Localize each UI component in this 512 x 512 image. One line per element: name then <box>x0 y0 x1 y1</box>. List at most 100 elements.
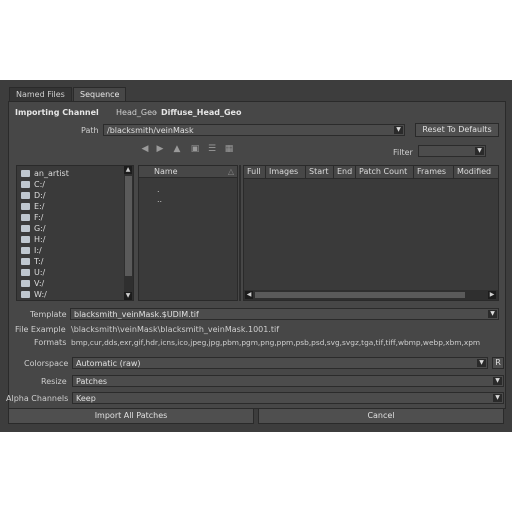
import-all-patches-button[interactable]: Import All Patches <box>8 408 254 424</box>
drive-label: T:/ <box>34 257 44 266</box>
network-drive-icon <box>21 258 30 265</box>
formats-value: bmp,cur,dds,exr,gif,hdr,icns,ico,jpeg,jp… <box>71 338 481 347</box>
reset-to-defaults-button[interactable]: Reset To Defaults <box>415 123 499 137</box>
back-arrow-icon[interactable]: ◀ <box>140 144 150 154</box>
column-header-images[interactable]: Images <box>266 166 306 178</box>
importing-separator: - <box>154 108 157 117</box>
list-item[interactable]: an_artist <box>21 168 69 179</box>
network-drive-icon <box>21 280 30 287</box>
list-item[interactable]: C:/ <box>21 179 45 190</box>
list-item[interactable]: G:/ <box>21 223 46 234</box>
list-item[interactable]: . <box>157 185 160 194</box>
cancel-button[interactable]: Cancel <box>258 408 504 424</box>
colorspace-value: Automatic (raw) <box>76 359 141 368</box>
list-item[interactable]: W:/ <box>21 289 47 300</box>
chevron-down-icon[interactable]: ▼ <box>394 126 403 134</box>
drive-label: H:/ <box>34 235 46 244</box>
drive-label: E:/ <box>34 202 45 211</box>
scroll-right-icon[interactable]: ▶ <box>488 291 496 299</box>
chevron-down-icon[interactable]: ▼ <box>477 359 486 367</box>
resize-value: Patches <box>76 377 108 386</box>
name-column-label: Name <box>154 167 178 176</box>
template-combobox[interactable]: blacksmith_veinMask.$UDIM.tif ▼ <box>70 308 499 320</box>
filter-label: Filter <box>393 148 413 157</box>
tab-named-files[interactable]: Named Files <box>9 87 72 102</box>
chevron-down-icon[interactable]: ▼ <box>475 147 484 155</box>
template-label: Template <box>30 310 67 319</box>
file-table-hscrollbar[interactable]: ◀ ▶ <box>244 290 498 300</box>
filter-combobox[interactable]: ▼ <box>418 145 486 157</box>
column-header-end[interactable]: End <box>334 166 356 178</box>
new-folder-icon[interactable]: ▣ <box>190 144 200 154</box>
scroll-down-icon[interactable]: ▼ <box>124 292 132 300</box>
scroll-up-icon[interactable]: ▲ <box>124 166 132 174</box>
drive-icon <box>21 192 30 199</box>
list-view-icon[interactable]: ☰ <box>207 144 217 154</box>
scroll-left-icon[interactable]: ◀ <box>245 291 253 299</box>
header-divider <box>244 178 498 179</box>
drive-label: G:/ <box>34 224 46 233</box>
network-drive-icon <box>21 269 30 276</box>
drive-list[interactable]: an_artist C:/ D:/ E:/ F:/ G:/ H:/ I:/ T:… <box>16 165 134 301</box>
forward-arrow-icon[interactable]: ▶ <box>155 144 165 154</box>
drive-label: V:/ <box>34 279 45 288</box>
drive-label: I:/ <box>34 246 42 255</box>
up-arrow-icon[interactable]: ▲ <box>172 144 182 154</box>
detail-view-icon[interactable]: ▦ <box>224 144 234 154</box>
drive-icon <box>21 181 30 188</box>
drive-label: D:/ <box>34 191 46 200</box>
list-item[interactable]: .. <box>157 195 162 204</box>
alpha-channels-label: Alpha Channels <box>6 394 69 403</box>
column-header-start[interactable]: Start <box>306 166 334 178</box>
drive-icon <box>21 236 30 243</box>
drive-label: W:/ <box>34 290 47 299</box>
scrollbar-thumb[interactable] <box>125 176 132 276</box>
list-item[interactable]: D:/ <box>21 190 46 201</box>
chevron-down-icon[interactable]: ▼ <box>493 377 502 385</box>
scrollbar-thumb[interactable] <box>255 292 465 298</box>
user-icon <box>21 170 30 177</box>
drive-list-scrollbar[interactable]: ▲ ▼ <box>124 166 133 300</box>
alpha-channels-combobox[interactable]: Keep ▼ <box>72 392 504 404</box>
importing-channel-name: Diffuse_Head_Geo <box>161 108 242 117</box>
file-example-label: File Example <box>15 325 66 334</box>
drive-icon <box>21 214 30 221</box>
import-dialog: Named Files Sequence Importing Channel H… <box>0 80 512 432</box>
importing-object-name: Head_Geo <box>116 108 157 117</box>
resize-combobox[interactable]: Patches ▼ <box>72 375 504 387</box>
resize-label: Resize <box>41 377 67 386</box>
list-item[interactable]: V:/ <box>21 278 44 289</box>
template-value: blacksmith_veinMask.$UDIM.tif <box>74 310 199 319</box>
column-header-frames[interactable]: Frames <box>414 166 454 178</box>
list-item[interactable]: I:/ <box>21 245 42 256</box>
file-table[interactable]: Full Images Start End Patch Count Frames… <box>243 165 499 301</box>
path-combobox[interactable]: /blacksmith/veinMask ▼ <box>103 124 405 136</box>
drive-label: an_artist <box>34 169 69 178</box>
column-header-patch-count[interactable]: Patch Count <box>356 166 414 178</box>
colorspace-combobox[interactable]: Automatic (raw) ▼ <box>72 357 488 369</box>
pane-splitter[interactable] <box>239 165 241 301</box>
name-column-header[interactable]: Name △ <box>139 166 237 178</box>
importing-channel-label: Importing Channel <box>15 108 99 117</box>
drive-label: F:/ <box>34 213 44 222</box>
alpha-channels-value: Keep <box>76 394 96 403</box>
drive-label: C:/ <box>34 180 45 189</box>
list-item[interactable]: E:/ <box>21 201 44 212</box>
column-header-full[interactable]: Full <box>244 166 266 178</box>
list-item[interactable]: F:/ <box>21 212 43 223</box>
chevron-down-icon[interactable]: ▼ <box>488 310 497 318</box>
list-item[interactable]: U:/ <box>21 267 45 278</box>
tab-sequence[interactable]: Sequence <box>73 87 127 102</box>
network-drive-icon <box>21 291 30 298</box>
raw-colorspace-button[interactable]: R <box>492 357 504 369</box>
colorspace-label: Colorspace <box>24 359 69 368</box>
formats-label: Formats <box>34 338 67 347</box>
drive-icon <box>21 247 30 254</box>
chevron-down-icon[interactable]: ▼ <box>493 394 502 402</box>
folder-name-list[interactable]: Name △ . .. <box>138 165 238 301</box>
list-item[interactable]: T:/ <box>21 256 43 267</box>
sort-triangle-icon: △ <box>227 167 234 176</box>
list-item[interactable]: H:/ <box>21 234 45 245</box>
drive-icon <box>21 203 30 210</box>
column-header-modified[interactable]: Modified <box>454 166 498 178</box>
